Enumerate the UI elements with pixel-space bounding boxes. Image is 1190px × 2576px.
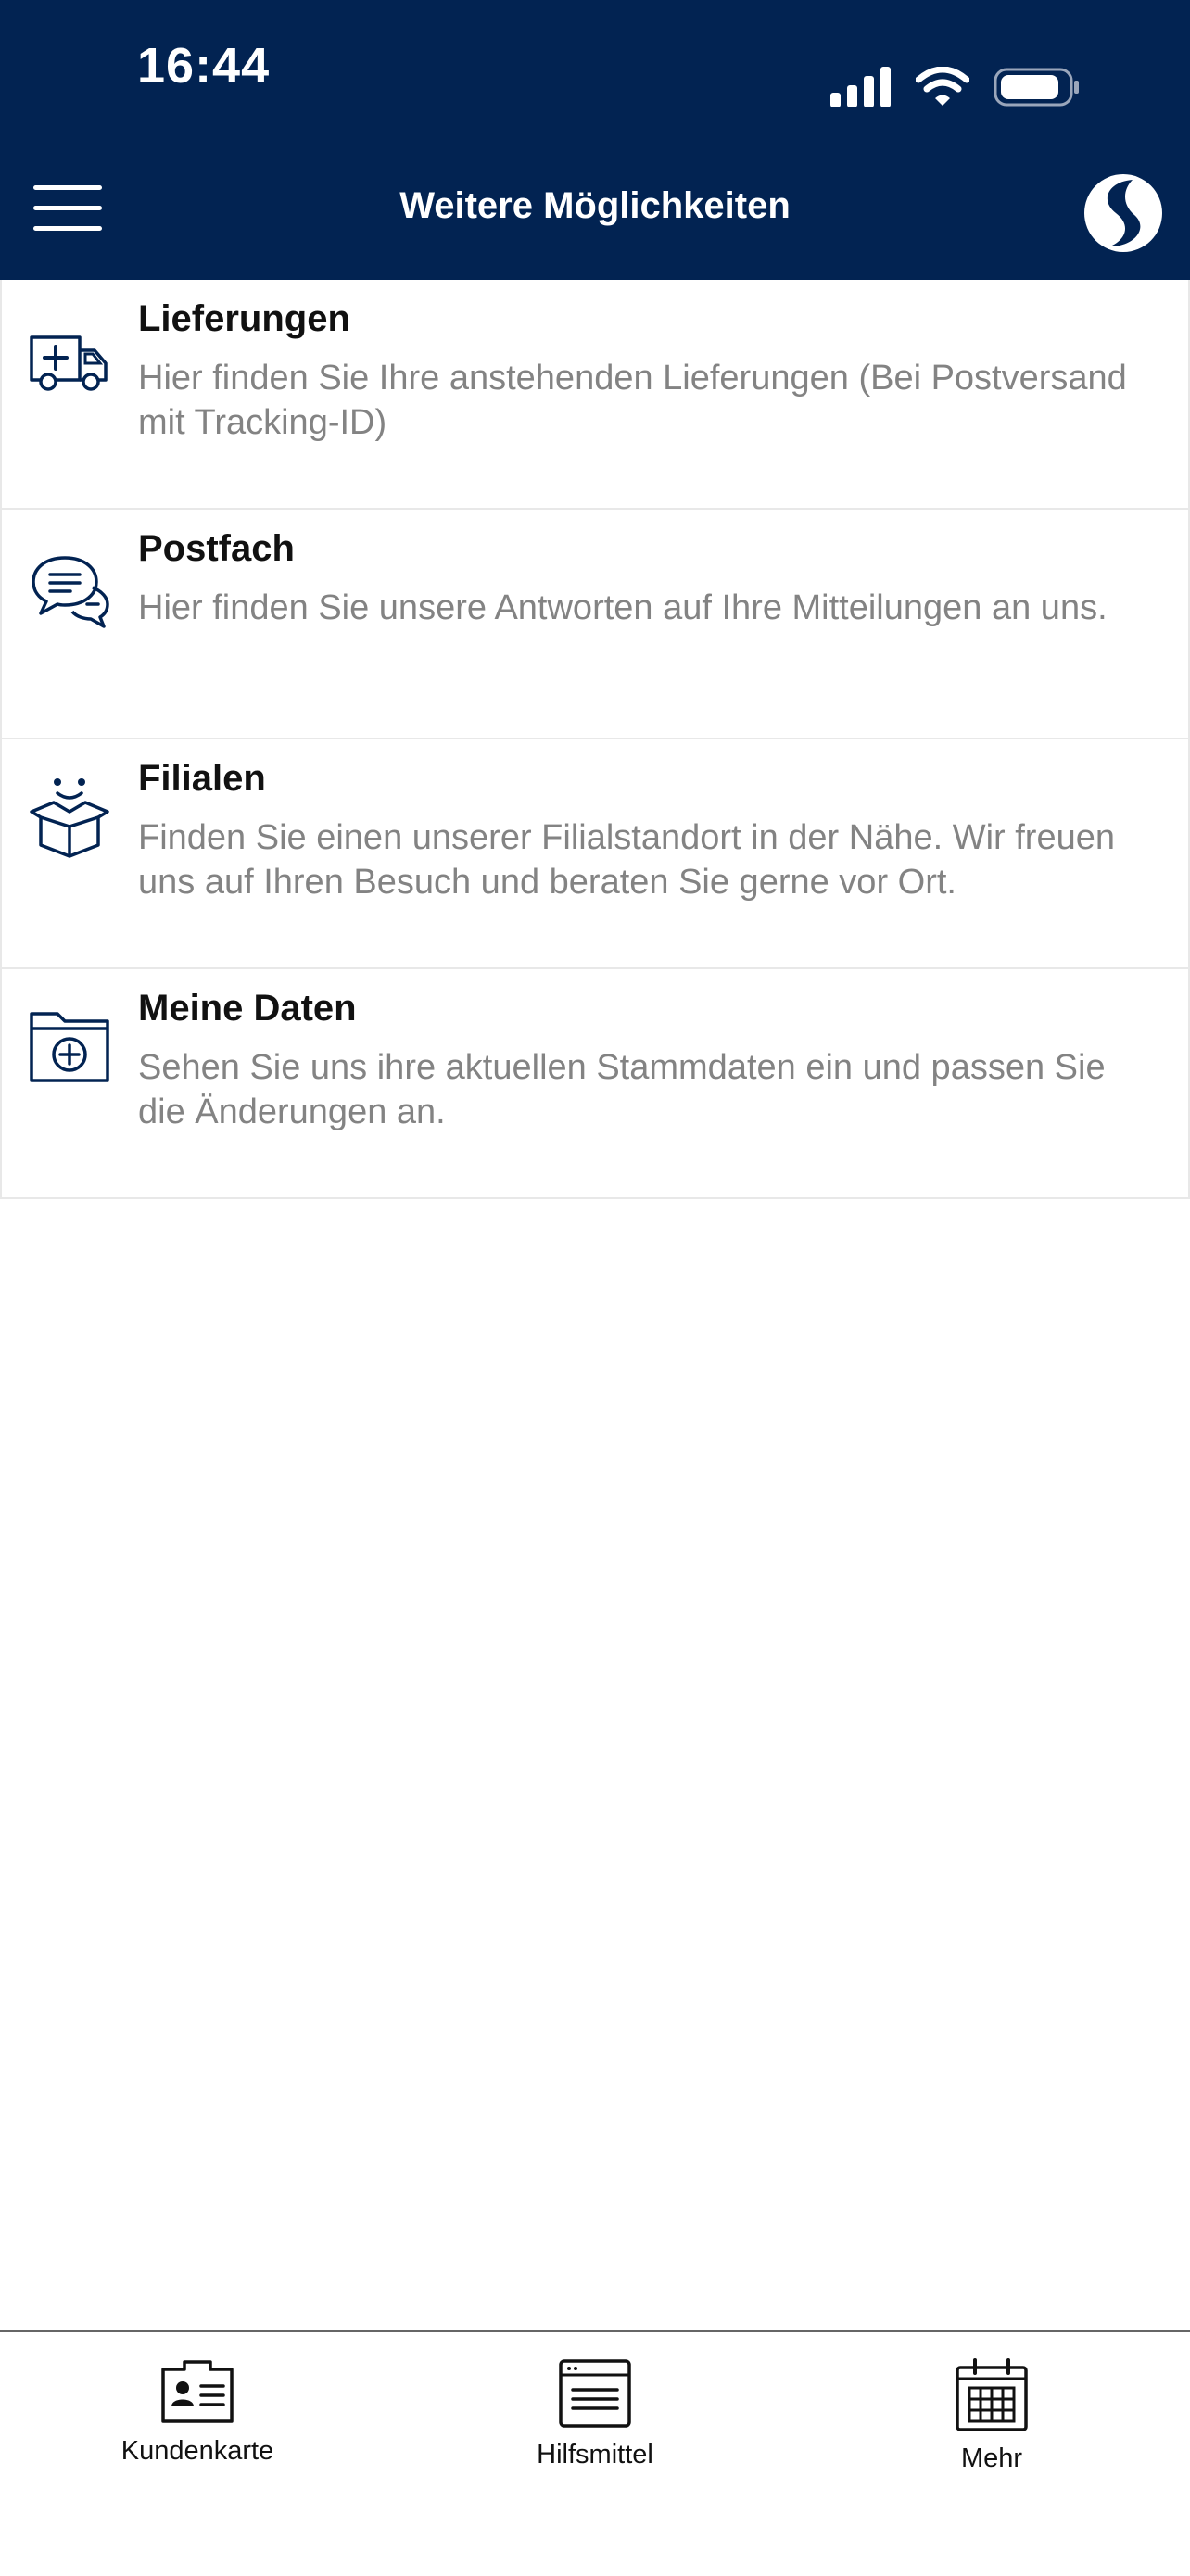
list-item-postfach[interactable]: Postfach Hier finden Sie unsere Antworte… [0, 510, 1190, 739]
item-title: Lieferungen [138, 298, 350, 339]
wifi-icon [916, 67, 969, 106]
tab-label: Hilfsmittel [537, 2440, 653, 2469]
list-item-lieferungen[interactable]: Lieferungen Hier finden Sie Ihre anstehe… [0, 280, 1190, 510]
status-time: 16:44 [137, 38, 271, 94]
status-icons [830, 65, 1081, 109]
item-description: Sehen Sie uns ihre aktuellen Stammdaten … [138, 1048, 1106, 1131]
item-description: Hier finden Sie unsere Antworten auf Ihr… [138, 588, 1108, 627]
tab-bar: Kundenkarte Hilfsmittel Mehr [0, 2330, 1190, 2576]
customer-card-icon [161, 2360, 234, 2423]
delivery-van-icon [30, 335, 108, 391]
smiling-box-icon [30, 778, 109, 858]
brand-logo[interactable] [1082, 172, 1164, 254]
item-title: Postfach [138, 528, 295, 569]
document-window-icon [559, 2359, 631, 2428]
battery-icon [994, 68, 1079, 107]
page-title: Weitere Möglichkeiten [399, 185, 791, 226]
item-description: Finden Sie einen unserer Filialstandort … [138, 818, 1115, 902]
tab-hilfsmittel[interactable]: Hilfsmittel [456, 2358, 734, 2470]
folder-plus-icon [30, 1012, 109, 1082]
calendar-icon [956, 2358, 1028, 2431]
chat-bubbles-icon [32, 556, 109, 628]
item-title: Filialen [138, 758, 266, 799]
tab-label: Mehr [960, 2443, 1023, 2473]
list-item-meine-daten[interactable]: Meine Daten Sehen Sie uns ihre aktuellen… [0, 969, 1190, 1199]
app-header: 16:44 Weitere Möglichkeiten [0, 0, 1190, 280]
tab-kundenkarte[interactable]: Kundenkarte [58, 2358, 336, 2467]
tab-label: Kundenkarte [120, 2436, 274, 2466]
list-item-filialen[interactable]: Filialen Finden Sie einen unserer Filial… [0, 739, 1190, 969]
item-title: Meine Daten [138, 988, 357, 1029]
cellular-signal-icon [830, 67, 891, 107]
tab-mehr[interactable]: Mehr [853, 2358, 1131, 2474]
options-list: Lieferungen Hier finden Sie Ihre anstehe… [0, 280, 1190, 1199]
item-description: Hier finden Sie Ihre anstehenden Lieferu… [138, 359, 1127, 442]
